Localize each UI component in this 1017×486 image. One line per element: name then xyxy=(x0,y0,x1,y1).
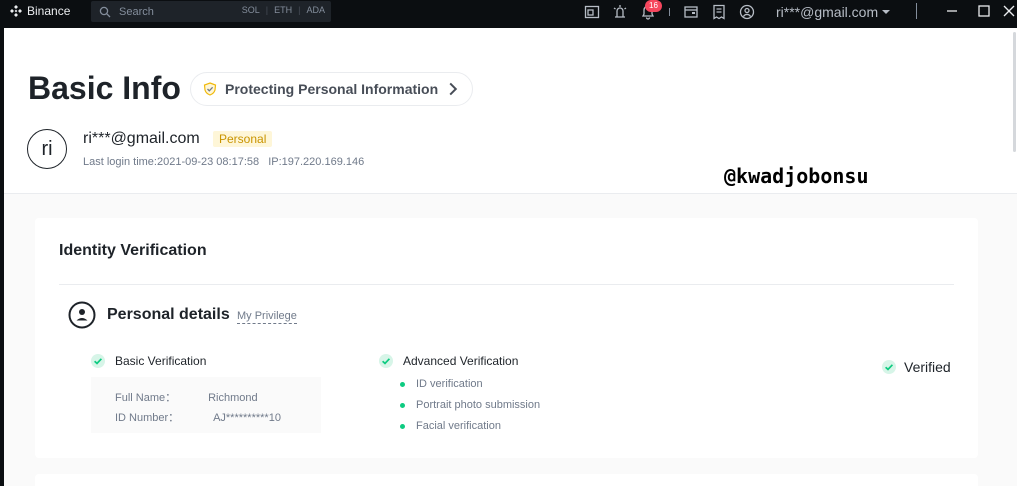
advanced-verification-label: Advanced Verification xyxy=(403,354,519,368)
last-login-time: Last login time:2021-09-23 08:17:58 xyxy=(83,156,260,168)
last-login-ip: IP:197.220.169.146 xyxy=(268,156,365,168)
protecting-info-link[interactable]: Protecting Personal Information xyxy=(190,72,474,106)
id-number-row: ID Number： AJ**********10 xyxy=(115,409,281,425)
orders-icon[interactable] xyxy=(710,3,728,21)
binance-logo-icon xyxy=(10,5,22,17)
basic-verification-row: Basic Verification xyxy=(91,354,206,368)
bullet-dot-icon xyxy=(400,382,405,387)
user-circle-icon xyxy=(68,301,96,329)
account-type-badge: Personal xyxy=(213,131,273,147)
verified-label: Verified xyxy=(904,359,951,375)
verification-status: Verified xyxy=(882,359,951,375)
ticker-eth[interactable]: ETH xyxy=(274,5,292,15)
account-menu[interactable]: ri***@gmail.com xyxy=(776,4,891,20)
basic-verification-details: Full Name： Richmond ID Number： AJ*******… xyxy=(91,377,321,433)
list-item: Portrait photo submission xyxy=(400,397,540,418)
bullet-dot-icon xyxy=(400,403,405,408)
download-icon[interactable] xyxy=(611,3,629,21)
check-circle-icon xyxy=(91,354,105,368)
wallet-overview-icon[interactable] xyxy=(583,3,601,21)
login-info: Last login time:2021-09-23 08:17:58 IP:1… xyxy=(83,156,370,168)
main-content: Basic Info Protecting Personal Informati… xyxy=(4,28,1017,486)
full-name-value: Richmond xyxy=(208,392,258,404)
check-circle-icon xyxy=(882,360,896,374)
app-name: Binance xyxy=(27,4,71,18)
window-controls-divider xyxy=(916,3,917,19)
search-icon xyxy=(99,6,111,17)
list-item: ID verification xyxy=(400,376,540,397)
watermark: @kwadjobonsu xyxy=(724,164,869,188)
full-name-label: Full Name： xyxy=(115,392,177,404)
user-icon[interactable] xyxy=(738,3,756,21)
bullet-dot-icon xyxy=(400,424,405,429)
close-icon[interactable] xyxy=(1001,3,1017,19)
personal-details-title: Personal details xyxy=(107,306,230,323)
maximize-icon[interactable] xyxy=(976,3,992,19)
page-title: Basic Info xyxy=(28,70,181,106)
advanced-verification-row: Advanced Verification xyxy=(379,354,518,368)
title-bar: Binance SOL | ETH | ADA xyxy=(0,0,1017,24)
identity-verification-card: Identity Verification Personal details M… xyxy=(35,218,978,458)
id-number-value: AJ**********10 xyxy=(213,412,281,424)
minimize-icon[interactable] xyxy=(944,3,960,19)
ticker-sol[interactable]: SOL xyxy=(242,5,260,15)
id-number-label: ID Number： xyxy=(115,412,180,424)
account-email: ri***@gmail.com xyxy=(776,4,879,20)
search-tickers: SOL | ETH | ADA xyxy=(241,5,325,15)
advanced-verification-list: ID verification Portrait photo submissio… xyxy=(400,376,540,439)
card-title: Identity Verification xyxy=(59,242,207,259)
search-input[interactable] xyxy=(119,5,229,18)
user-email: ri***@gmail.com xyxy=(83,130,200,147)
card-divider xyxy=(59,284,954,285)
shield-check-icon xyxy=(203,82,217,96)
search-box[interactable]: SOL | ETH | ADA xyxy=(91,1,331,22)
full-name-row: Full Name： Richmond xyxy=(115,389,258,405)
basic-verification-label: Basic Verification xyxy=(115,354,207,368)
list-item: Facial verification xyxy=(400,418,540,439)
wallet-icon[interactable] xyxy=(682,3,700,21)
my-privilege-link[interactable]: My Privilege xyxy=(237,310,297,324)
ticker-ada[interactable]: ADA xyxy=(306,5,325,15)
brand[interactable]: Binance xyxy=(10,4,70,18)
caret-down-icon xyxy=(882,10,891,14)
titlebar-icons xyxy=(583,2,756,22)
basic-info-header: Basic Info Protecting Personal Informati… xyxy=(4,28,1017,194)
avatar: ri xyxy=(27,129,67,169)
chevron-right-icon xyxy=(449,82,458,96)
scrollbar-thumb[interactable] xyxy=(1013,32,1016,152)
next-section-card xyxy=(35,474,978,486)
titlebar-separator xyxy=(669,8,670,16)
check-circle-icon xyxy=(379,354,393,368)
notification-badge: 16 xyxy=(645,0,662,12)
protecting-info-label: Protecting Personal Information xyxy=(225,81,439,97)
